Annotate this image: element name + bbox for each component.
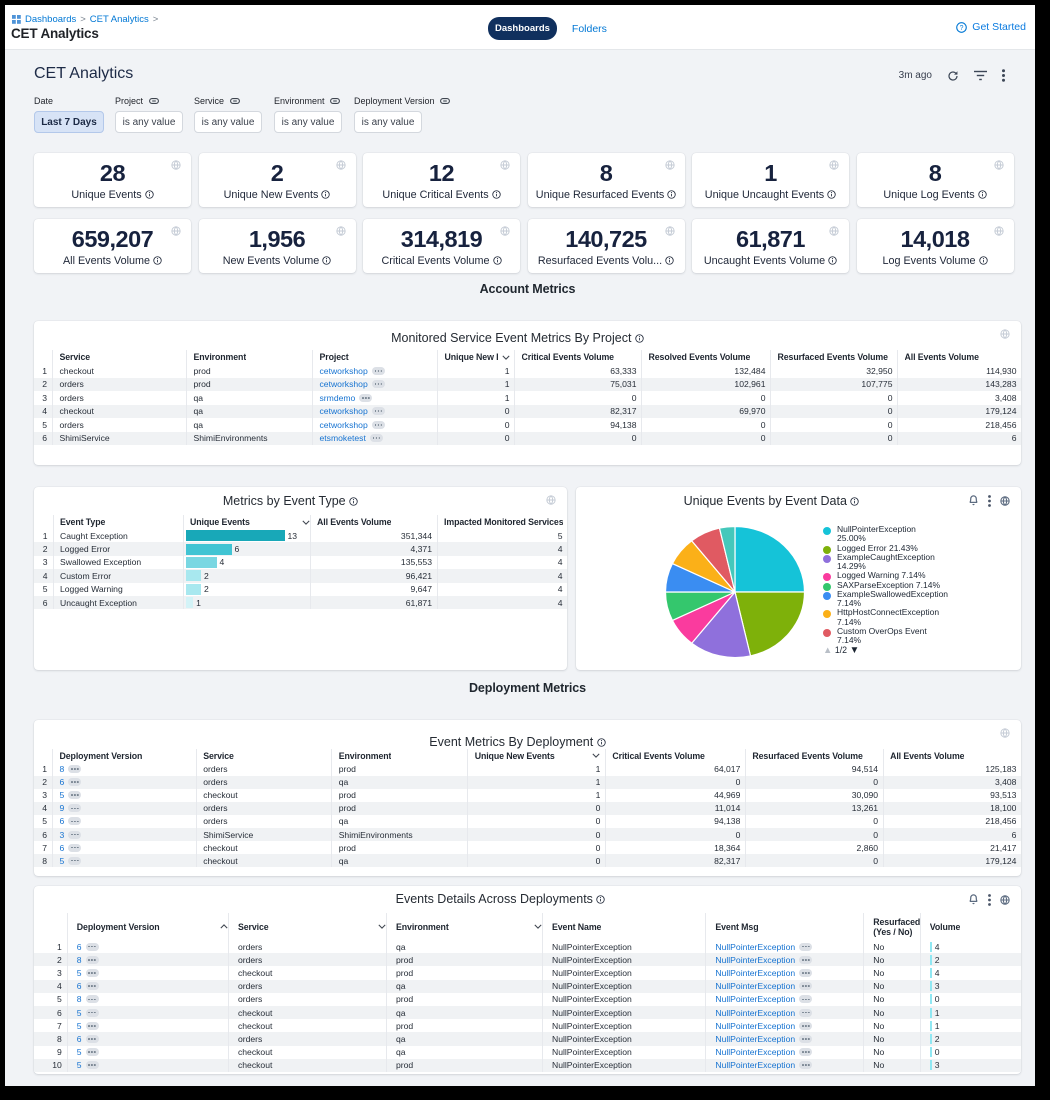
svg-text:?: ? <box>960 24 964 31</box>
